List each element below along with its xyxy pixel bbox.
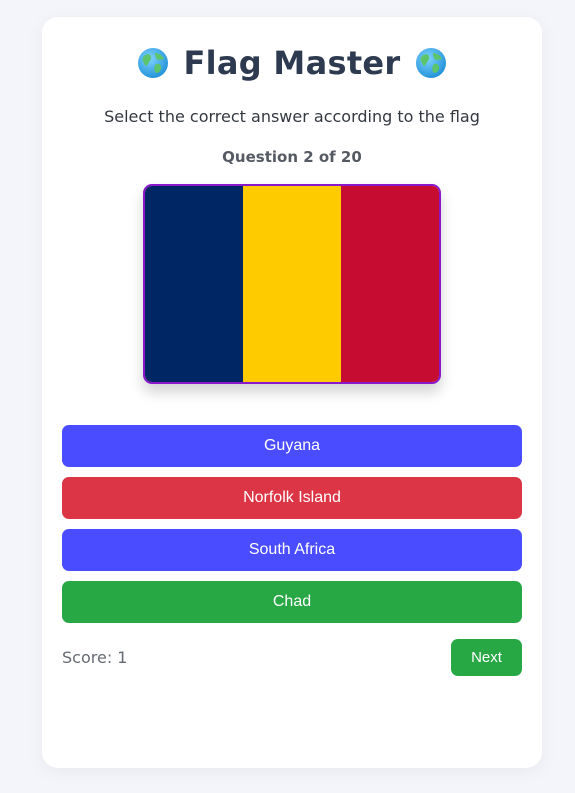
answer-button[interactable]: Guyana (62, 425, 522, 467)
globe-icon (415, 47, 447, 79)
flag-stripe-middle (243, 186, 341, 382)
answer-button[interactable]: Norfolk Island (62, 477, 522, 519)
flag-stripe-right (341, 186, 439, 382)
flag-stripe-left (145, 186, 243, 382)
title-row: Flag Master (42, 41, 542, 85)
score-display: Score: 1 (62, 648, 128, 667)
answer-button[interactable]: Chad (62, 581, 522, 623)
answer-list: Guyana Norfolk Island South Africa Chad (62, 425, 522, 633)
instruction-text: Select the correct answer according to t… (104, 107, 480, 126)
globe-icon (137, 47, 169, 79)
next-button[interactable]: Next (451, 639, 522, 676)
question-progress: Question 2 of 20 (222, 148, 362, 166)
app-title: Flag Master (183, 44, 401, 82)
flag-image (143, 184, 441, 384)
quiz-card: Flag Master Select the correct answer ac… (42, 17, 542, 768)
answer-button[interactable]: South Africa (62, 529, 522, 571)
